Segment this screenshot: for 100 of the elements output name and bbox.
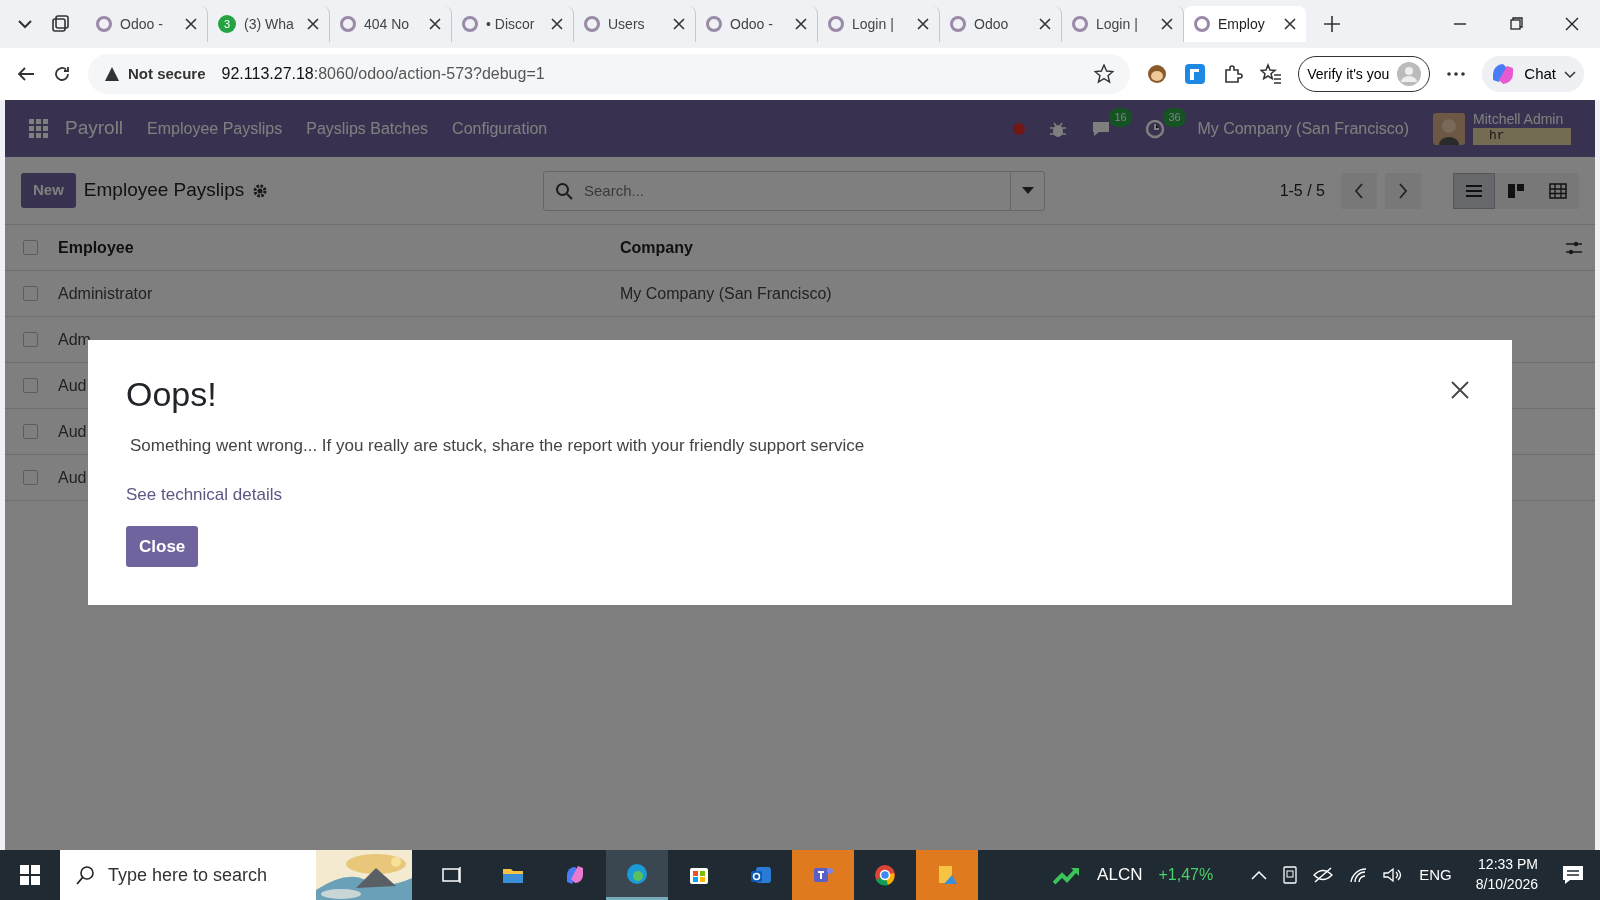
kanban-icon — [1507, 182, 1525, 199]
taskbar-search-field[interactable]: Type here to search — [60, 850, 412, 900]
browser-tab[interactable]: Odoo — [940, 6, 1062, 42]
table-cell-text: Administrator — [58, 283, 154, 304]
notification-icon[interactable] — [1562, 865, 1584, 885]
verify-button[interactable]: Verify it's you — [1298, 56, 1431, 92]
security-label: Not secure — [128, 63, 206, 84]
database-badge: hr — [1473, 127, 1571, 145]
dropdown-toggle[interactable] — [1011, 170, 1045, 211]
row-checkbox[interactable] — [23, 286, 38, 301]
dialog-message: Something went wrong... If you really are stuck, share the report with your friendly support service — [130, 434, 866, 457]
search-field[interactable]: Search... — [543, 170, 1011, 211]
volume-icon[interactable] — [1383, 867, 1404, 883]
language-indicator[interactable]: ENG — [1419, 863, 1452, 887]
caret-icon — [1564, 68, 1576, 80]
row-checkbox[interactable] — [23, 378, 38, 393]
view-switch-button[interactable] — [1453, 172, 1495, 209]
browser-tab[interactable]: 404 No — [330, 6, 452, 42]
column-settings-icon[interactable] — [1565, 239, 1583, 256]
device-icon[interactable] — [1283, 866, 1298, 884]
column-header[interactable]: Employee — [58, 235, 620, 260]
url-text: 92.113.27.18:8060/odoo/action-573?debug=1 — [221, 64, 545, 84]
close-icon[interactable] — [429, 18, 441, 30]
extension-badge-icon[interactable] — [1184, 63, 1207, 85]
table-cell-text: Aud — [58, 467, 88, 488]
address-bar[interactable]: Not secure 92.113.27.18:8060/odoo/action-573?debug=1 — [88, 54, 1131, 94]
close-icon[interactable] — [1161, 18, 1173, 30]
close-icon[interactable] — [917, 18, 929, 30]
stock-change: +1,47% — [1158, 865, 1214, 885]
list-icon — [1465, 182, 1483, 199]
close-icon[interactable] — [1284, 18, 1296, 30]
close-icon[interactable] — [1039, 18, 1051, 30]
close-button[interactable]: Close — [126, 525, 199, 568]
chat-button[interactable]: Chat — [1482, 56, 1584, 92]
app-menu-icon[interactable] — [29, 118, 49, 139]
close-icon[interactable] — [551, 18, 563, 30]
hidden-icon[interactable] — [1313, 867, 1334, 883]
close-icon[interactable] — [185, 18, 197, 30]
mail-icon[interactable] — [750, 864, 772, 886]
star-icon[interactable] — [1094, 64, 1115, 84]
chrome-icon[interactable] — [874, 864, 896, 886]
status-dot — [1013, 122, 1026, 135]
clock[interactable]: 12:33 PM 8/10/2026 — [1475, 855, 1538, 895]
details-link[interactable]: See technical details — [126, 482, 282, 508]
column-header[interactable]: Company — [620, 235, 693, 260]
favicon-icon — [96, 16, 112, 32]
chevron-left-icon — [1354, 182, 1364, 199]
clock-icon[interactable] — [1145, 118, 1166, 139]
row-checkbox[interactable] — [23, 470, 38, 485]
tab-badge: 3 — [218, 15, 236, 33]
favicon-icon — [584, 16, 600, 32]
count-badge: 16 — [1109, 108, 1132, 127]
chart-up-icon[interactable] — [1053, 865, 1082, 885]
chevron-up-icon[interactable] — [1251, 870, 1268, 880]
table-cell-text: Aud — [58, 421, 88, 442]
view-switch-button[interactable] — [1537, 172, 1579, 209]
new-tab-icon[interactable] — [1322, 14, 1342, 34]
favorites-icon[interactable] — [1260, 63, 1283, 85]
favicon-icon — [950, 16, 966, 32]
row-checkbox[interactable] — [23, 424, 38, 439]
favicon-icon — [828, 16, 844, 32]
favicon-icon — [1072, 16, 1088, 32]
grid-icon — [1549, 182, 1567, 199]
favicon-icon — [1194, 16, 1210, 32]
close-icon[interactable] — [673, 18, 685, 30]
search-icon — [76, 865, 96, 885]
avatar-icon[interactable] — [1433, 112, 1465, 145]
reload-icon[interactable] — [52, 64, 72, 84]
row-checkbox[interactable] — [23, 332, 38, 347]
browser-tab[interactable]: Odoo - — [696, 6, 818, 42]
windows-start-icon[interactable] — [20, 865, 40, 885]
browser-tab[interactable]: Employ — [1184, 6, 1306, 42]
caret-icon — [1021, 186, 1034, 195]
workspaces-icon[interactable] — [50, 14, 70, 34]
warning-icon — [104, 66, 120, 82]
count-badge: 36 — [1163, 108, 1186, 127]
close-icon — [1450, 380, 1470, 401]
favicon-icon — [706, 16, 722, 32]
chevron-right-icon — [1398, 182, 1408, 199]
task-view-icon[interactable] — [440, 864, 462, 886]
avatar-icon — [1397, 62, 1422, 86]
browser-tab[interactable]: • Discor — [452, 6, 574, 42]
close-icon[interactable] — [795, 18, 807, 30]
browser-tab[interactable]: Odoo - — [86, 6, 208, 42]
gear-icon[interactable] — [252, 182, 269, 199]
wifi-icon[interactable] — [1349, 867, 1368, 883]
browser-tab[interactable]: Login | — [818, 6, 940, 42]
page-title: Employee Payslips — [83, 178, 245, 203]
pager-text: 1-5 / 5 — [1279, 180, 1325, 201]
close-icon[interactable] — [307, 18, 319, 30]
table-cell-text: My Company (San Francisco) — [620, 283, 832, 304]
select-all-checkbox[interactable] — [23, 240, 38, 255]
dialog-title: Oops! — [126, 374, 217, 415]
view-switch-button[interactable] — [1495, 172, 1537, 209]
puzzle-icon[interactable] — [1222, 63, 1245, 85]
browser-tab[interactable]: Users — [574, 6, 696, 42]
favicon-icon — [462, 16, 478, 32]
browser-tab[interactable]: 3 (3) Wha — [208, 6, 330, 42]
favicon-icon — [340, 16, 356, 32]
search-icon — [555, 181, 573, 200]
